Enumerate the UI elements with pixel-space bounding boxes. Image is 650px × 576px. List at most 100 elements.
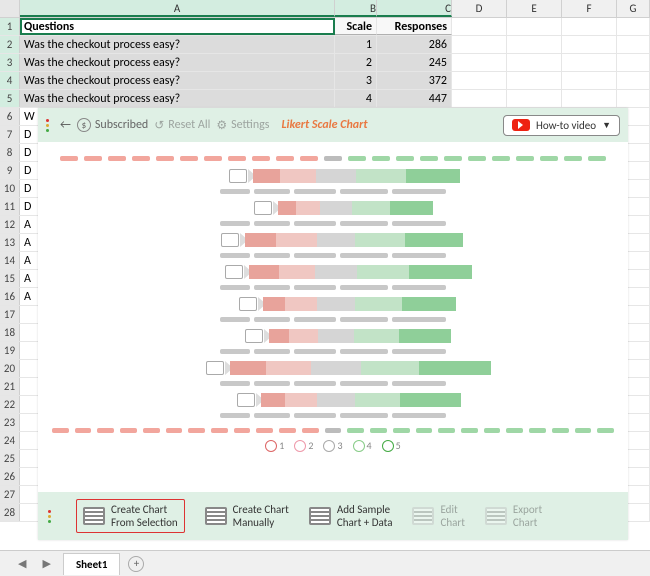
row-header[interactable]: 23	[0, 414, 20, 431]
row-header[interactable]: 15	[0, 270, 20, 287]
cell-F2[interactable]	[562, 36, 617, 53]
drag-handle-icon[interactable]	[48, 510, 54, 523]
cell-D3[interactable]	[452, 54, 507, 71]
col-header-e[interactable]: E	[507, 0, 562, 17]
cell-F1[interactable]	[562, 18, 617, 35]
reset-all-button[interactable]: ↺ Reset All	[154, 118, 210, 133]
howto-video-button[interactable]: How-to video ▼	[503, 115, 620, 136]
cell-B2[interactable]: 1	[335, 36, 377, 53]
edit-chart-button[interactable]: EditChart	[412, 503, 464, 529]
row-header[interactable]: 26	[0, 468, 20, 485]
row-2: 2Was the checkout process easy?1286	[0, 36, 650, 54]
cell-G4[interactable]	[617, 72, 650, 89]
row-header[interactable]: 22	[0, 396, 20, 413]
panel-title: Likert Scale Chart	[281, 118, 367, 132]
cell-D1[interactable]	[452, 18, 507, 35]
likert-bar	[52, 231, 614, 249]
row-header[interactable]: 5	[0, 90, 20, 107]
row-4: 4Was the checkout process easy?3372	[0, 72, 650, 90]
back-icon[interactable]: ←	[60, 118, 71, 132]
col-header-g[interactable]: G	[617, 0, 650, 17]
tab-nav-next[interactable]: ▶	[38, 557, 54, 570]
cell-E1[interactable]	[507, 18, 562, 35]
row-header[interactable]: 14	[0, 252, 20, 269]
cell-C5[interactable]: 447	[377, 90, 452, 107]
panel-toolbar: ← $ Subscribed ↺ Reset All ⚙ Settings Li…	[38, 108, 628, 142]
cell-E3[interactable]	[507, 54, 562, 71]
cell-A1[interactable]: Questions	[20, 18, 335, 35]
cell-E5[interactable]	[507, 90, 562, 107]
cell-A4[interactable]: Was the checkout process easy?	[20, 72, 335, 89]
cell-E4[interactable]	[507, 72, 562, 89]
row-header[interactable]: 8	[0, 144, 20, 161]
row-header[interactable]: 11	[0, 198, 20, 215]
row-header[interactable]: 1	[0, 18, 20, 35]
select-all-corner[interactable]	[0, 0, 20, 17]
add-sheet-button[interactable]: +	[128, 556, 144, 572]
col-header-a[interactable]: A	[20, 0, 335, 17]
cell-B5[interactable]: 4	[335, 90, 377, 107]
likert-bar	[52, 359, 614, 377]
cell-G1[interactable]	[617, 18, 650, 35]
row-header[interactable]: 7	[0, 126, 20, 143]
cell-E2[interactable]	[507, 36, 562, 53]
subscribed-button[interactable]: $ Subscribed	[77, 118, 148, 132]
tab-sheet1[interactable]: Sheet1	[63, 553, 121, 575]
row-header[interactable]: 28	[0, 504, 20, 521]
cell-F5[interactable]	[562, 90, 617, 107]
row-header[interactable]: 2	[0, 36, 20, 53]
cell-B1[interactable]: Scale	[335, 18, 377, 35]
row-header[interactable]: 6	[0, 108, 20, 125]
cell-A3[interactable]: Was the checkout process easy?	[20, 54, 335, 71]
row-header[interactable]: 9	[0, 162, 20, 179]
cell-D4[interactable]	[452, 72, 507, 89]
export-l2: Chart	[513, 516, 537, 529]
add-sample-l2: Chart + Data	[337, 516, 393, 529]
cell-D2[interactable]	[452, 36, 507, 53]
cell-C3[interactable]: 245	[377, 54, 452, 71]
cell-D5[interactable]	[452, 90, 507, 107]
cell-A5[interactable]: Was the checkout process easy?	[20, 90, 335, 107]
row-header[interactable]: 17	[0, 306, 20, 323]
col-header-b[interactable]: B	[335, 0, 377, 17]
cell-C2[interactable]: 286	[377, 36, 452, 53]
cell-C4[interactable]: 372	[377, 72, 452, 89]
col-header-c[interactable]: C	[377, 0, 452, 17]
chart-legend: 1 2 3 4 5	[52, 439, 614, 452]
row-header[interactable]: 12	[0, 216, 20, 233]
settings-button[interactable]: ⚙ Settings	[216, 118, 269, 133]
cell-F3[interactable]	[562, 54, 617, 71]
row-header[interactable]: 16	[0, 288, 20, 305]
row-header[interactable]: 4	[0, 72, 20, 89]
cell-G2[interactable]	[617, 36, 650, 53]
row-header[interactable]: 18	[0, 324, 20, 341]
dollar-icon: $	[77, 118, 91, 132]
create-chart-manually-button[interactable]: Create ChartManually	[205, 503, 289, 529]
row-header[interactable]: 13	[0, 234, 20, 251]
row-header[interactable]: 24	[0, 432, 20, 449]
row-header[interactable]: 21	[0, 378, 20, 395]
tab-nav-prev[interactable]: ◀	[14, 557, 30, 570]
drag-handle-icon[interactable]	[46, 119, 52, 132]
row-header[interactable]: 10	[0, 180, 20, 197]
cell-C1[interactable]: Responses	[377, 18, 452, 35]
chevron-down-icon: ▼	[602, 120, 611, 131]
col-header-f[interactable]: F	[562, 0, 617, 17]
legend-5: 5	[396, 439, 401, 452]
cell-A2[interactable]: Was the checkout process easy?	[20, 36, 335, 53]
export-chart-button[interactable]: ExportChart	[485, 503, 542, 529]
legend-3: 3	[337, 439, 342, 452]
cell-F4[interactable]	[562, 72, 617, 89]
cell-B3[interactable]: 2	[335, 54, 377, 71]
cell-G3[interactable]	[617, 54, 650, 71]
add-sample-button[interactable]: Add SampleChart + Data	[309, 503, 393, 529]
cell-G5[interactable]	[617, 90, 650, 107]
col-header-d[interactable]: D	[452, 0, 507, 17]
row-header[interactable]: 19	[0, 342, 20, 359]
row-header[interactable]: 3	[0, 54, 20, 71]
create-chart-from-selection-button[interactable]: Create ChartFrom Selection	[76, 499, 185, 533]
row-header[interactable]: 25	[0, 450, 20, 467]
cell-B4[interactable]: 3	[335, 72, 377, 89]
row-header[interactable]: 20	[0, 360, 20, 377]
row-header[interactable]: 27	[0, 486, 20, 503]
